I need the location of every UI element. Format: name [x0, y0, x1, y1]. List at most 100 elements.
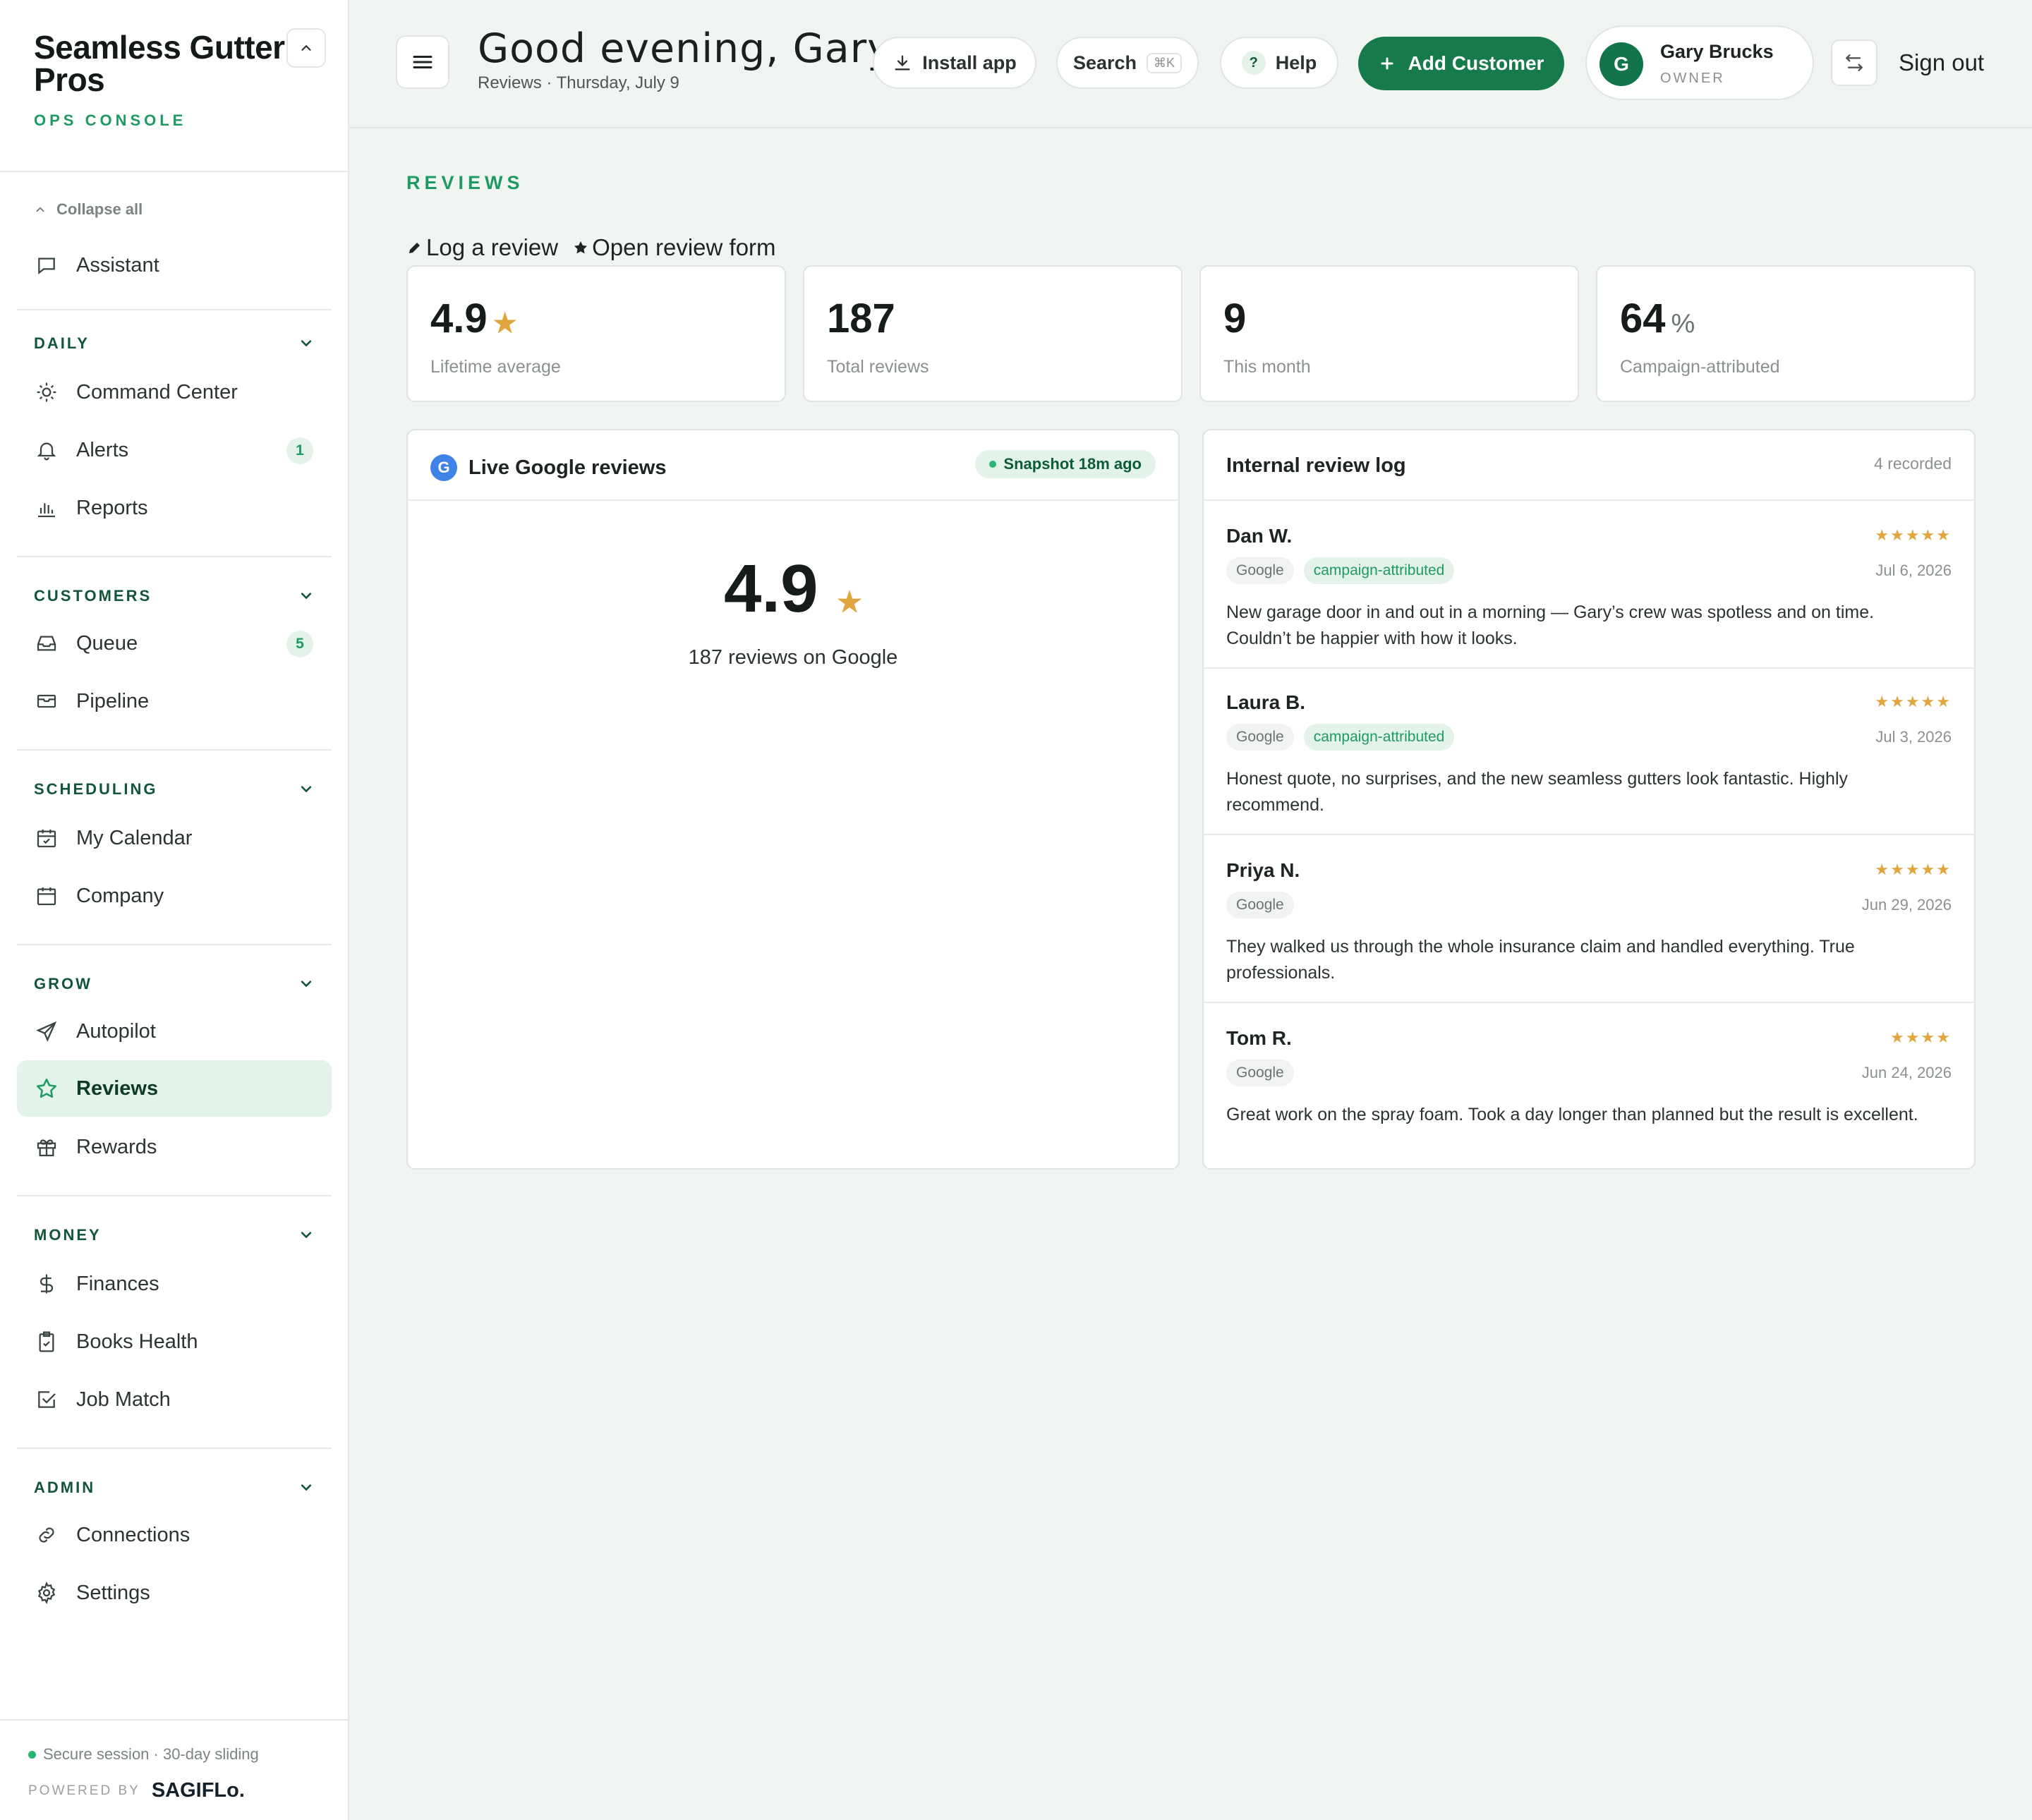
sidebar-item-pipeline[interactable]: Pipeline	[17, 673, 332, 729]
menu-button[interactable]	[396, 35, 449, 89]
calendar-icon	[34, 883, 59, 909]
reviewer-name: Dan W.	[1226, 525, 1293, 547]
star-icon	[34, 1076, 59, 1101]
chevron-down-icon[interactable]	[296, 1477, 316, 1497]
sidebar-item-queue[interactable]: Queue 5	[17, 615, 332, 672]
section-grow[interactable]: GROW	[34, 975, 92, 993]
user-name: Gary Brucks	[1660, 41, 1774, 62]
chevron-up-icon	[36, 207, 44, 212]
sidebar-item-label: Queue	[76, 631, 138, 655]
sidebar-item-company[interactable]: Company	[17, 868, 332, 924]
sidebar-item-job-match[interactable]: Job Match	[17, 1371, 332, 1428]
collapse-all-button[interactable]: Collapse all	[34, 200, 143, 219]
chat-icon	[34, 253, 59, 278]
secure-session-label: Secure session · 30-day sliding	[43, 1745, 259, 1763]
divider	[17, 1448, 332, 1449]
sidebar-item-my-calendar[interactable]: My Calendar	[17, 810, 332, 866]
stat-number: 9	[1223, 296, 1247, 341]
sidebar-item-settings[interactable]: Settings	[17, 1565, 332, 1621]
sidebar-item-label: Pipeline	[76, 689, 150, 712]
user-menu[interactable]: G Gary Brucks OWNER	[1585, 25, 1814, 100]
section-daily[interactable]: DAILY	[34, 334, 90, 353]
log-review-button[interactable]: Log a review	[406, 234, 558, 261]
sidebar-item-finances[interactable]: Finances	[17, 1256, 332, 1312]
sidebar-item-connections[interactable]: Connections	[17, 1507, 332, 1563]
sidebar-item-autopilot[interactable]: Autopilot	[17, 1003, 332, 1060]
send-icon	[34, 1019, 59, 1044]
sidebar-item-label: Rewards	[76, 1135, 157, 1158]
review-date: Jun 24, 2026	[1861, 1064, 1952, 1081]
panel-title: G Live Google reviews	[430, 454, 666, 481]
divider	[17, 944, 332, 945]
sidebar-item-reviews[interactable]: Reviews	[17, 1060, 332, 1117]
chevron-down-icon[interactable]	[296, 1225, 316, 1244]
search-shortcut: ⌘K	[1147, 52, 1183, 73]
section-money[interactable]: MONEY	[34, 1226, 102, 1244]
install-app-button[interactable]: Install app	[873, 37, 1036, 89]
google-review-count: 187 reviews on Google	[688, 646, 898, 669]
divider	[17, 556, 332, 557]
star-icon	[574, 241, 588, 254]
campaign-tag: campaign-attributed	[1303, 557, 1455, 584]
source-tag: Google	[1226, 892, 1294, 918]
reviewer-name: Priya N.	[1226, 859, 1300, 881]
search-label: Search	[1072, 51, 1137, 73]
section-customers[interactable]: CUSTOMERS	[34, 587, 152, 605]
section-scheduling[interactable]: SCHEDULING	[34, 780, 157, 799]
sidebar-item-reports[interactable]: Reports	[17, 480, 332, 536]
sidebar-item-assistant[interactable]: Assistant	[17, 237, 332, 293]
add-customer-label: Add Customer	[1408, 52, 1544, 74]
sidebar-item-books-health[interactable]: Books Health	[17, 1314, 332, 1370]
search-button[interactable]: Search ⌘K	[1056, 37, 1199, 89]
plus-icon	[1381, 57, 1393, 70]
divider	[17, 749, 332, 751]
help-icon: ?	[1241, 51, 1266, 75]
star-icon: ★	[492, 309, 517, 339]
snapshot-label: Snapshot 18m ago	[1003, 455, 1142, 473]
review-item[interactable]: Tom R. ★★★★ Google Jun 24, 2026 Great wo…	[1204, 1005, 1974, 1171]
chevron-down-icon[interactable]	[296, 333, 316, 353]
chevron-up-icon	[301, 44, 311, 51]
help-button[interactable]: ? Help	[1220, 37, 1338, 89]
switch-account-button[interactable]	[1831, 40, 1877, 86]
collapse-all-label: Collapse all	[56, 200, 143, 218]
chevron-down-icon[interactable]	[296, 973, 316, 993]
stat-label: Campaign-attributed	[1620, 357, 1780, 377]
review-tags: Google campaign-attributed	[1226, 724, 1455, 751]
reviewer-name: Tom R.	[1226, 1027, 1292, 1049]
add-customer-button[interactable]: Add Customer	[1358, 37, 1564, 90]
sidebar-item-label: Reviews	[76, 1076, 159, 1100]
sidebar-item-label: Assistant	[76, 253, 159, 277]
alerts-count-badge: 1	[286, 437, 313, 464]
google-icon: G	[430, 454, 457, 481]
download-icon	[895, 55, 910, 71]
review-item[interactable]: Laura B. ★★★★★ Google campaign-attribute…	[1204, 669, 1974, 835]
review-item[interactable]: Dan W. ★★★★★ Google campaign-attributed …	[1204, 502, 1974, 669]
sidebar-collapse-button[interactable]	[286, 28, 326, 68]
open-review-form-button[interactable]: Open review form	[572, 234, 776, 261]
vendor-logo[interactable]: SAGIFLo.	[152, 1779, 245, 1802]
inbox-icon	[34, 631, 59, 656]
review-item[interactable]: Priya N. ★★★★★ Google Jun 29, 2026 They …	[1204, 837, 1974, 1003]
calendar-check-icon	[34, 825, 59, 851]
sidebar-item-command-center[interactable]: Command Center	[17, 364, 332, 420]
stat-unit: %	[1671, 309, 1695, 339]
section-admin[interactable]: ADMIN	[34, 1479, 95, 1497]
review-text: Great work on the spray foam. Took a day…	[1226, 1105, 1918, 1124]
sidebar-item-alerts[interactable]: Alerts 1	[17, 422, 332, 478]
stat-card-lifetime-average: 4.9 ★ Lifetime average	[406, 265, 786, 402]
dollar-icon	[34, 1271, 59, 1297]
brand-name: Seamless Gutter Pros	[34, 29, 285, 98]
chevron-down-icon[interactable]	[296, 586, 316, 605]
chevron-down-icon[interactable]	[296, 779, 316, 799]
sidebar-item-rewards[interactable]: Rewards	[17, 1119, 332, 1175]
bell-icon	[34, 437, 59, 463]
stat-value: 9	[1223, 295, 1246, 342]
panel-title-text: Live Google reviews	[468, 456, 667, 479]
divider	[0, 171, 348, 172]
sign-out-link[interactable]: Sign out	[1899, 49, 1984, 76]
sidebar-item-label: Settings	[76, 1581, 150, 1604]
source-tag: Google	[1226, 557, 1294, 584]
powered-by: POWERED BY SAGIFLo.	[28, 1779, 245, 1802]
sidebar: Seamless Gutter Pros OPS CONSOLE Collaps…	[0, 0, 349, 1820]
